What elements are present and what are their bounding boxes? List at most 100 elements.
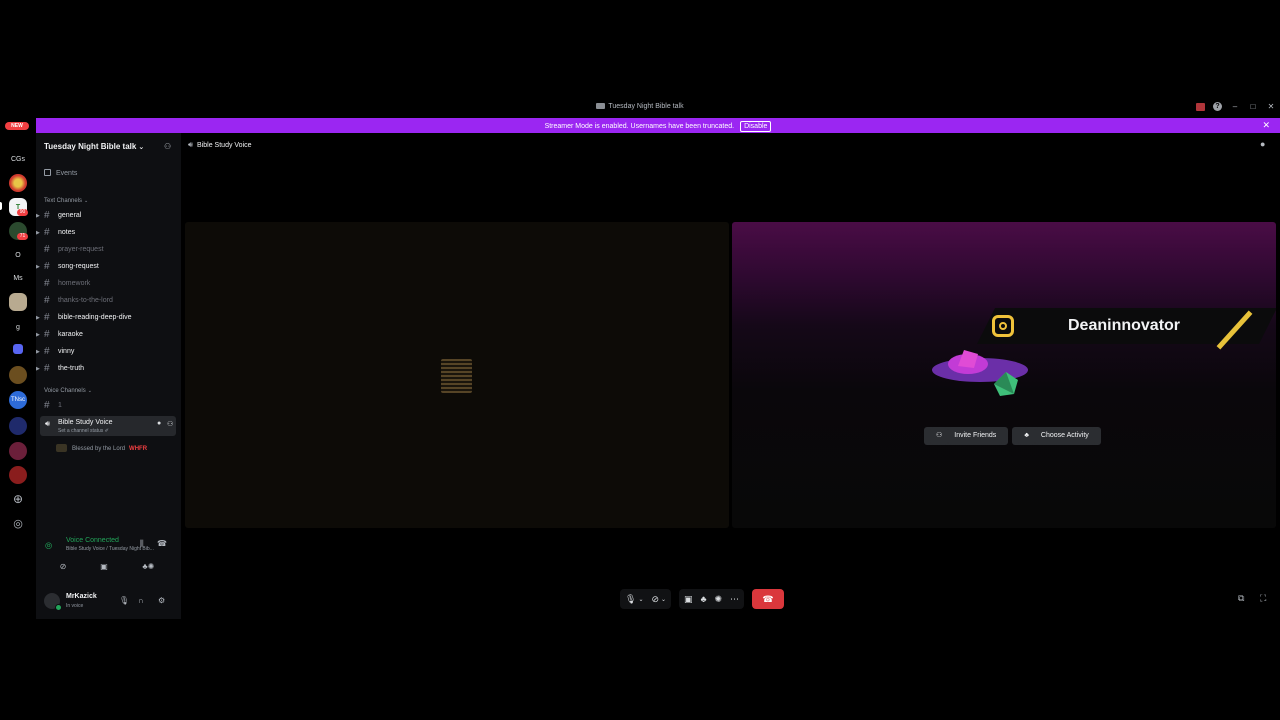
hash-icon: #: [44, 295, 50, 306]
headphones-icon[interactable]: ∩: [138, 596, 144, 605]
maximize-button[interactable]: □: [1248, 102, 1258, 111]
add-server-icon[interactable]: ⊕: [9, 490, 27, 508]
server-tnsc[interactable]: TNsc: [9, 391, 27, 409]
microphone-icon[interactable]: 🎙︎: [625, 594, 636, 605]
disconnect-button[interactable]: ☎: [752, 589, 785, 609]
server-name-header[interactable]: Tuesday Night Bible talk ⌄: [44, 142, 144, 151]
user-panel: MrKazick In voice 🎙︎ ∩ ⚙: [36, 587, 181, 619]
share-activity-group: ▣ ♣ ✺ ⋯: [679, 589, 745, 609]
caret-right-icon: ▶: [36, 230, 40, 236]
camera-off-icon[interactable]: ⊘: [651, 594, 659, 605]
new-badge[interactable]: NEW: [5, 122, 29, 130]
chevron-down-icon[interactable]: ⌄: [661, 596, 666, 603]
hash-icon: #: [44, 244, 50, 255]
server-icon-1[interactable]: [9, 174, 27, 192]
server-icon-6[interactable]: [9, 417, 27, 435]
avatar: [441, 359, 472, 393]
disconnect-icon[interactable]: ☎: [157, 539, 167, 548]
voice-user-entry[interactable]: Blessed by the Lord WHFR: [56, 444, 147, 452]
unread-pill: [0, 202, 2, 210]
channel-thanks-to-the-lord[interactable]: # thanks-to-the-lord: [36, 295, 181, 310]
caret-right-icon: ▶: [36, 264, 40, 270]
close-banner-icon[interactable]: ✕: [1262, 120, 1270, 131]
choose-activity-button[interactable]: ♣ Choose Activity: [1012, 427, 1101, 445]
channel-karaoke[interactable]: ▶ # karaoke: [36, 329, 181, 344]
calendar-icon: [44, 169, 51, 176]
call-controls: 🎙︎ ⌄ ⊘ ⌄ ▣ ♣ ✺ ⋯ ☎: [620, 589, 785, 609]
fullscreen-icon[interactable]: ⛶: [1260, 593, 1266, 604]
server-ms[interactable]: Ms: [9, 269, 27, 287]
channel-homework[interactable]: # homework: [36, 278, 181, 293]
text-channels-category[interactable]: Text Channels ⌄: [44, 198, 88, 204]
server-g[interactable]: g: [9, 318, 27, 336]
pop-out-icon[interactable]: ⧉: [1238, 593, 1244, 604]
more-icon[interactable]: ⋯: [730, 594, 739, 605]
hash-icon: #: [44, 400, 50, 411]
caret-right-icon: ▶: [36, 315, 40, 321]
voice-channels-category[interactable]: Voice Channels ⌄: [44, 388, 92, 394]
caret-right-icon: ▶: [36, 349, 40, 355]
events-item[interactable]: Events: [44, 169, 77, 177]
minimize-button[interactable]: –: [1230, 102, 1240, 111]
avatar: [56, 444, 67, 452]
inbox-icon[interactable]: [1196, 102, 1205, 111]
server-icon-5[interactable]: [9, 366, 27, 384]
title-bar: Tuesday Night Bible talk ? – □ ✕: [0, 101, 1280, 115]
voice-connected-panel: ⦾ Voice Connected Bible Study Voice / Tu…: [36, 533, 181, 579]
server-icon-8[interactable]: [9, 466, 27, 484]
server-cgs[interactable]: CGs: [9, 150, 27, 168]
invite-user-icon[interactable]: ⚇: [164, 142, 171, 151]
channel-notes[interactable]: ▶ # notes: [36, 227, 181, 242]
soundboard-icon[interactable]: ✺: [145, 560, 157, 574]
channel-the-truth[interactable]: ▶ # the-truth: [36, 363, 181, 378]
disable-streamer-mode-button[interactable]: Disable: [740, 121, 772, 132]
mic-camera-group: 🎙︎ ⌄ ⊘ ⌄: [620, 589, 672, 609]
invite-friends-button[interactable]: ⚇ Invite Friends: [924, 427, 1009, 445]
caret-right-icon: ▶: [36, 213, 40, 219]
streamer-mode-text: Streamer Mode is enabled. Usernames have…: [544, 123, 735, 130]
speaker-icon: 🔊︎: [188, 140, 194, 149]
participant-tile[interactable]: [185, 222, 729, 528]
hash-icon: #: [44, 363, 50, 374]
chevron-down-icon[interactable]: ⌄: [638, 596, 643, 603]
set-channel-status[interactable]: Set a channel status ✐: [58, 428, 109, 434]
hash-icon: #: [44, 227, 50, 238]
hash-icon: #: [44, 312, 50, 323]
voice-channel-bible-study[interactable]: 🔊︎ Bible Study Voice Set a channel statu…: [40, 416, 176, 436]
channel-bible-reading-deep-dive[interactable]: ▶ # bible-reading-deep-dive: [36, 312, 181, 327]
microphone-icon[interactable]: 🎙︎: [119, 596, 129, 605]
channel-1[interactable]: #1: [36, 400, 181, 415]
status-dot: [55, 604, 62, 611]
server-o[interactable]: O: [9, 246, 27, 264]
chevron-down-icon: ⌄: [87, 388, 92, 394]
folder-icon[interactable]: [13, 344, 23, 354]
server-icon: [596, 103, 606, 109]
instagram-icon: [992, 315, 1014, 337]
close-window-button[interactable]: ✕: [1266, 102, 1276, 111]
server-icon-4[interactable]: [9, 293, 27, 311]
server-icon-7[interactable]: [9, 442, 27, 460]
hash-icon: #: [44, 261, 50, 272]
mention-badge-90: 90: [17, 209, 28, 216]
activity-icon: ♣: [1018, 427, 1035, 445]
channel-general[interactable]: ▶ # general: [36, 210, 181, 225]
soundboard-icon[interactable]: ✺: [714, 594, 722, 605]
activity-icon[interactable]: ♣: [701, 594, 707, 604]
help-icon[interactable]: ?: [1213, 102, 1222, 111]
channel-vinny[interactable]: ▶ # vinny: [36, 346, 181, 361]
camera-off-icon[interactable]: ⊘: [46, 560, 80, 574]
signal-icon[interactable]: ⦾: [45, 541, 52, 552]
discover-icon[interactable]: ◎: [9, 514, 27, 532]
hash-icon: #: [44, 278, 50, 289]
stream-tile[interactable]: Deaninnovator ⚇ Invite Friends ♣ Choose …: [732, 222, 1276, 528]
mention-badge-71: 71: [17, 233, 28, 240]
channel-prayer-request[interactable]: # prayer-request: [36, 244, 181, 259]
noise-suppression-icon[interactable]: ⫼: [140, 539, 144, 549]
screen-share-icon[interactable]: ▣: [684, 594, 693, 605]
chat-bubble-icon[interactable]: ●: [1260, 139, 1265, 149]
chat-bubble-icon[interactable]: ●: [157, 420, 161, 427]
invite-user-icon[interactable]: ⚇: [167, 420, 173, 428]
screen-share-icon[interactable]: ▣: [87, 560, 121, 574]
gear-icon[interactable]: ⚙: [158, 596, 165, 605]
channel-song-request[interactable]: ▶ # song-request: [36, 261, 181, 276]
